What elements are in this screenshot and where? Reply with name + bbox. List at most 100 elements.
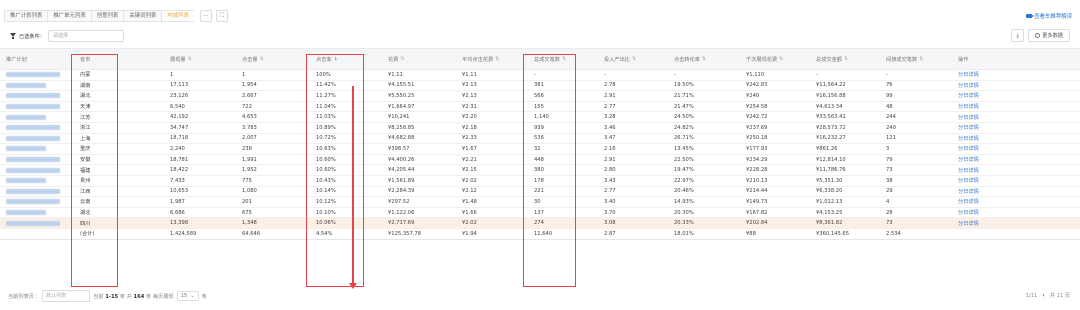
cell-impressions: 6,686	[170, 209, 185, 216]
col-header-clicks[interactable]: 点击量 ⇅	[242, 49, 264, 69]
cell-roi: 3.47	[604, 135, 616, 142]
cell-cpm: ¥250.18	[746, 135, 768, 142]
sort-icon: ⇅	[187, 56, 192, 62]
redacted-plan-name	[6, 104, 60, 110]
col-header-cvr[interactable]: 点击转化率 ⇅	[674, 49, 706, 69]
cell-gmv: ¥1,012.13	[816, 198, 843, 205]
table-total-row: (合计) 1,424,589 64,646 4.54% ¥125,357.78 ¥1.94…	[0, 229, 1080, 240]
cell-cvr: 20.30%	[674, 209, 694, 216]
daily-detail-link[interactable]: 分日详情	[958, 208, 979, 218]
col-header-cpc[interactable]: 平均点击花费 ⇅	[462, 49, 499, 69]
cell-impressions: 23,126	[170, 92, 189, 99]
redacted-plan-name	[6, 199, 60, 205]
cell-orders: 137	[534, 209, 544, 216]
expand-icon[interactable]: ⛶	[215, 10, 228, 22]
more-data-button[interactable]: 更多数据	[1028, 29, 1070, 42]
col-header-impressions[interactable]: 展现量 ⇅	[170, 49, 192, 69]
help-link-label: 查看车推荐解读	[1034, 14, 1072, 20]
daily-detail-link[interactable]: 分日详情	[958, 155, 979, 165]
table-header: 推广计划 省市 展现量 ⇅ 点击量 ⇅ 点击率 ↓ 花费 ⇅ 平均点击花费 ⇅ 总成交笔数…	[0, 48, 1080, 70]
daily-detail-link[interactable]: 分日详情	[958, 134, 979, 144]
download-button[interactable]: ⤓	[1011, 29, 1025, 42]
col-header-indirect[interactable]: 间接成交笔数 ⇅	[886, 49, 923, 69]
cell-cpm: ¥228.28	[746, 167, 768, 174]
cell-plan-redacted	[6, 187, 60, 197]
col-header-ctr[interactable]: 点击率 ↓	[316, 49, 338, 69]
cell-orders: 178	[534, 177, 544, 184]
tab-plan-list[interactable]: 推广计划列表	[4, 10, 48, 22]
more-tabs-button[interactable]: ···	[199, 10, 212, 22]
table-row: 上海 18,718 2,007 10.72% ¥4,682.88 ¥2.33 536 3.47…	[0, 134, 1080, 145]
pagination-label: 当前列表页：	[8, 293, 40, 300]
table-row: 福建 18,422 1,952 10.60% ¥4,205.44 ¥2.15 380 2.80…	[0, 165, 1080, 176]
col-header-roi[interactable]: 投入产出比 ⇅	[604, 49, 636, 69]
daily-detail-link[interactable]: 分日详情	[958, 70, 979, 80]
cell-gmv: ¥5,351.30	[816, 177, 843, 184]
daily-detail-link[interactable]: 分日详情	[958, 176, 979, 186]
cell-orders: 30	[534, 198, 541, 205]
cell-ctr: 10.14%	[316, 188, 336, 195]
table-row: 安徽 18,781 1,991 10.60% ¥4,400.26 ¥2.21 448 2.91…	[0, 155, 1080, 166]
cell-orders: 381	[534, 82, 544, 89]
tab-unit-list[interactable]: 推广单元列表	[47, 10, 91, 22]
daily-detail-link[interactable]: 分日详情	[958, 187, 979, 197]
cell-roi: 3.46	[604, 124, 616, 131]
more-data-label: 更多数据	[1042, 33, 1063, 39]
cell-orders: 939	[534, 124, 544, 131]
list-view-select[interactable]: 默认列表	[42, 290, 91, 302]
cell-cost: ¥2,717.69	[388, 220, 415, 227]
filter-condition-input[interactable]: 请选择	[47, 30, 124, 42]
cell-clicks: 201	[242, 198, 252, 205]
cell-cost: ¥4,155.51	[388, 82, 415, 89]
cell-ctr: 100%	[316, 71, 331, 78]
daily-detail-link[interactable]: 分日详情	[958, 102, 979, 112]
cell-cpc: ¥2.13	[462, 92, 477, 99]
next-page-button[interactable]: ›	[1042, 292, 1044, 299]
cell-roi: 3.43	[604, 177, 616, 184]
cell-cvr: 21.71%	[674, 92, 694, 99]
cell-cpm: ¥242.72	[746, 114, 768, 121]
cell-plan-redacted	[6, 134, 60, 144]
cell-cost: ¥10,241	[388, 114, 410, 121]
cell-cpc: ¥1.67	[462, 145, 477, 152]
cell-indirect: 3	[886, 145, 890, 152]
daily-detail-link[interactable]: 分日详情	[958, 218, 979, 228]
cell-orders: 221	[534, 188, 544, 195]
daily-detail-link[interactable]: 分日详情	[958, 81, 979, 91]
table-row: 湖南 17,113 1,954 11.42% ¥4,155.51 ¥2.13 381 2.78…	[0, 81, 1080, 92]
col-header-orders[interactable]: 总成交笔数 ⇅	[534, 49, 566, 69]
cell-plan-redacted	[6, 102, 60, 112]
cell-plan-redacted	[6, 218, 60, 228]
col-header-cpm[interactable]: 千次展现花费 ⇅	[746, 49, 783, 69]
col-header-cost[interactable]: 花费 ⇅	[388, 49, 405, 69]
cell-gmv: ¥360,145.65	[816, 230, 850, 237]
cell-indirect: 73	[886, 167, 893, 174]
cell-roi: 2.91	[604, 156, 616, 163]
cell-cvr: 20.33%	[674, 220, 694, 227]
cell-cpm: ¥202.84	[746, 220, 768, 227]
cell-clicks: 1,954	[242, 82, 257, 89]
daily-detail-link[interactable]: 分日详情	[958, 165, 979, 175]
cell-indirect: 121	[886, 135, 896, 142]
table-row: 贵州 7,433 775 10.43% ¥1,561.89 ¥2.02 178 3.43 22.…	[0, 176, 1080, 187]
cell-clicks: 2,007	[242, 135, 257, 142]
cell-clicks: 64,646	[242, 230, 261, 237]
daily-detail-link[interactable]: 分日详情	[958, 197, 979, 207]
cell-region: 四川	[80, 220, 91, 227]
tab-creative-list[interactable]: 创意列表	[90, 10, 124, 22]
page-size-select[interactable]: 15 ⌄	[176, 291, 199, 301]
tab-keyword-list[interactable]: 关键词列表	[123, 10, 162, 22]
help-video-link[interactable]: 查看车推荐解读	[1026, 12, 1072, 20]
daily-detail-link[interactable]: 分日详情	[958, 123, 979, 133]
daily-detail-link[interactable]: 分日详情	[958, 144, 979, 154]
tab-region-list[interactable]: 地域列表	[161, 10, 194, 22]
cell-impressions: 1	[170, 71, 174, 78]
daily-detail-link[interactable]: 分日详情	[958, 112, 979, 122]
daily-detail-link[interactable]: 分日详情	[958, 91, 979, 101]
cell-clicks: 1,080	[242, 188, 257, 195]
cell-cpc: ¥2.02	[462, 177, 477, 184]
cell-region: 浙江	[80, 125, 91, 132]
cell-roi: 3.70	[604, 209, 616, 216]
sort-icon: ⇅	[259, 56, 264, 62]
col-header-gmv[interactable]: 总成交金额 ⇅	[816, 49, 848, 69]
